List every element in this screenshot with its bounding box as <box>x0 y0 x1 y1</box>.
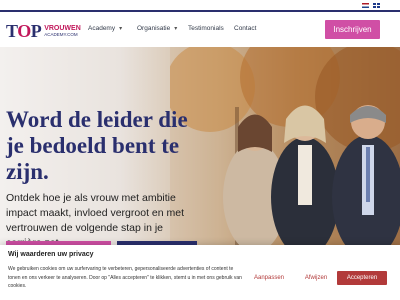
cookie-accept-button[interactable]: Accepteren <box>337 271 387 285</box>
chevron-down-icon: ▾ <box>174 26 178 32</box>
logo-line-2: ACADEMY.COM <box>44 31 78 37</box>
nav-item-testimonials[interactable]: Testimonials <box>188 25 234 32</box>
logo[interactable]: TOP VROUWEN ACADEMY.COM <box>6 20 81 42</box>
site-header: TOP VROUWEN ACADEMY.COM Academy ▾ Organi… <box>0 12 400 47</box>
logo-line-1: VROUWEN <box>44 24 81 32</box>
signup-button[interactable]: Inschrijven <box>325 20 380 39</box>
logo-letter-t: T <box>6 20 18 41</box>
nav-item-label: Academy <box>88 25 116 32</box>
hero-subtitle: Ontdek hoe je als vrouw met ambitie impa… <box>6 192 184 245</box>
cookie-text: We gebruiken cookies om uw surfervaring … <box>8 266 242 289</box>
nav-item-academy[interactable]: Academy ▾ <box>88 25 137 32</box>
logo-mark: TOP <box>6 20 42 42</box>
cookie-title: Wij waarderen uw privacy <box>8 251 94 258</box>
top-bar <box>0 0 400 10</box>
cookie-decline-button[interactable]: Afwijzen <box>299 271 333 285</box>
logo-text: VROUWEN ACADEMY.COM <box>44 25 81 38</box>
nav-item-contact[interactable]: Contact <box>234 25 256 32</box>
nav-item-label: Testimonials <box>188 25 224 32</box>
language-switcher <box>362 3 380 8</box>
hero-banner: Word de leider die je bedoeld bent te zi… <box>0 47 400 245</box>
logo-letter-p: P <box>30 20 42 41</box>
main-nav: Academy ▾ Organisatie ▾ Testimonials Con… <box>88 25 256 32</box>
nav-item-label: Organisatie <box>137 25 171 32</box>
hero-text: Word de leider die je bedoeld bent te zi… <box>6 107 206 245</box>
hero-title: Word de leider die je bedoeld bent te zi… <box>6 107 188 184</box>
flag-nl-icon[interactable] <box>362 3 369 8</box>
nav-item-label: Contact <box>234 25 257 32</box>
cookie-banner: Wij waarderen uw privacy We gebruiken co… <box>0 245 400 300</box>
logo-letter-o: O <box>17 20 31 41</box>
chevron-down-icon: ▾ <box>119 26 123 32</box>
nav-item-organisatie[interactable]: Organisatie ▾ <box>137 25 188 32</box>
cookie-adjust-button[interactable]: Aanpassen <box>246 271 292 285</box>
flag-en-icon[interactable] <box>373 3 380 8</box>
